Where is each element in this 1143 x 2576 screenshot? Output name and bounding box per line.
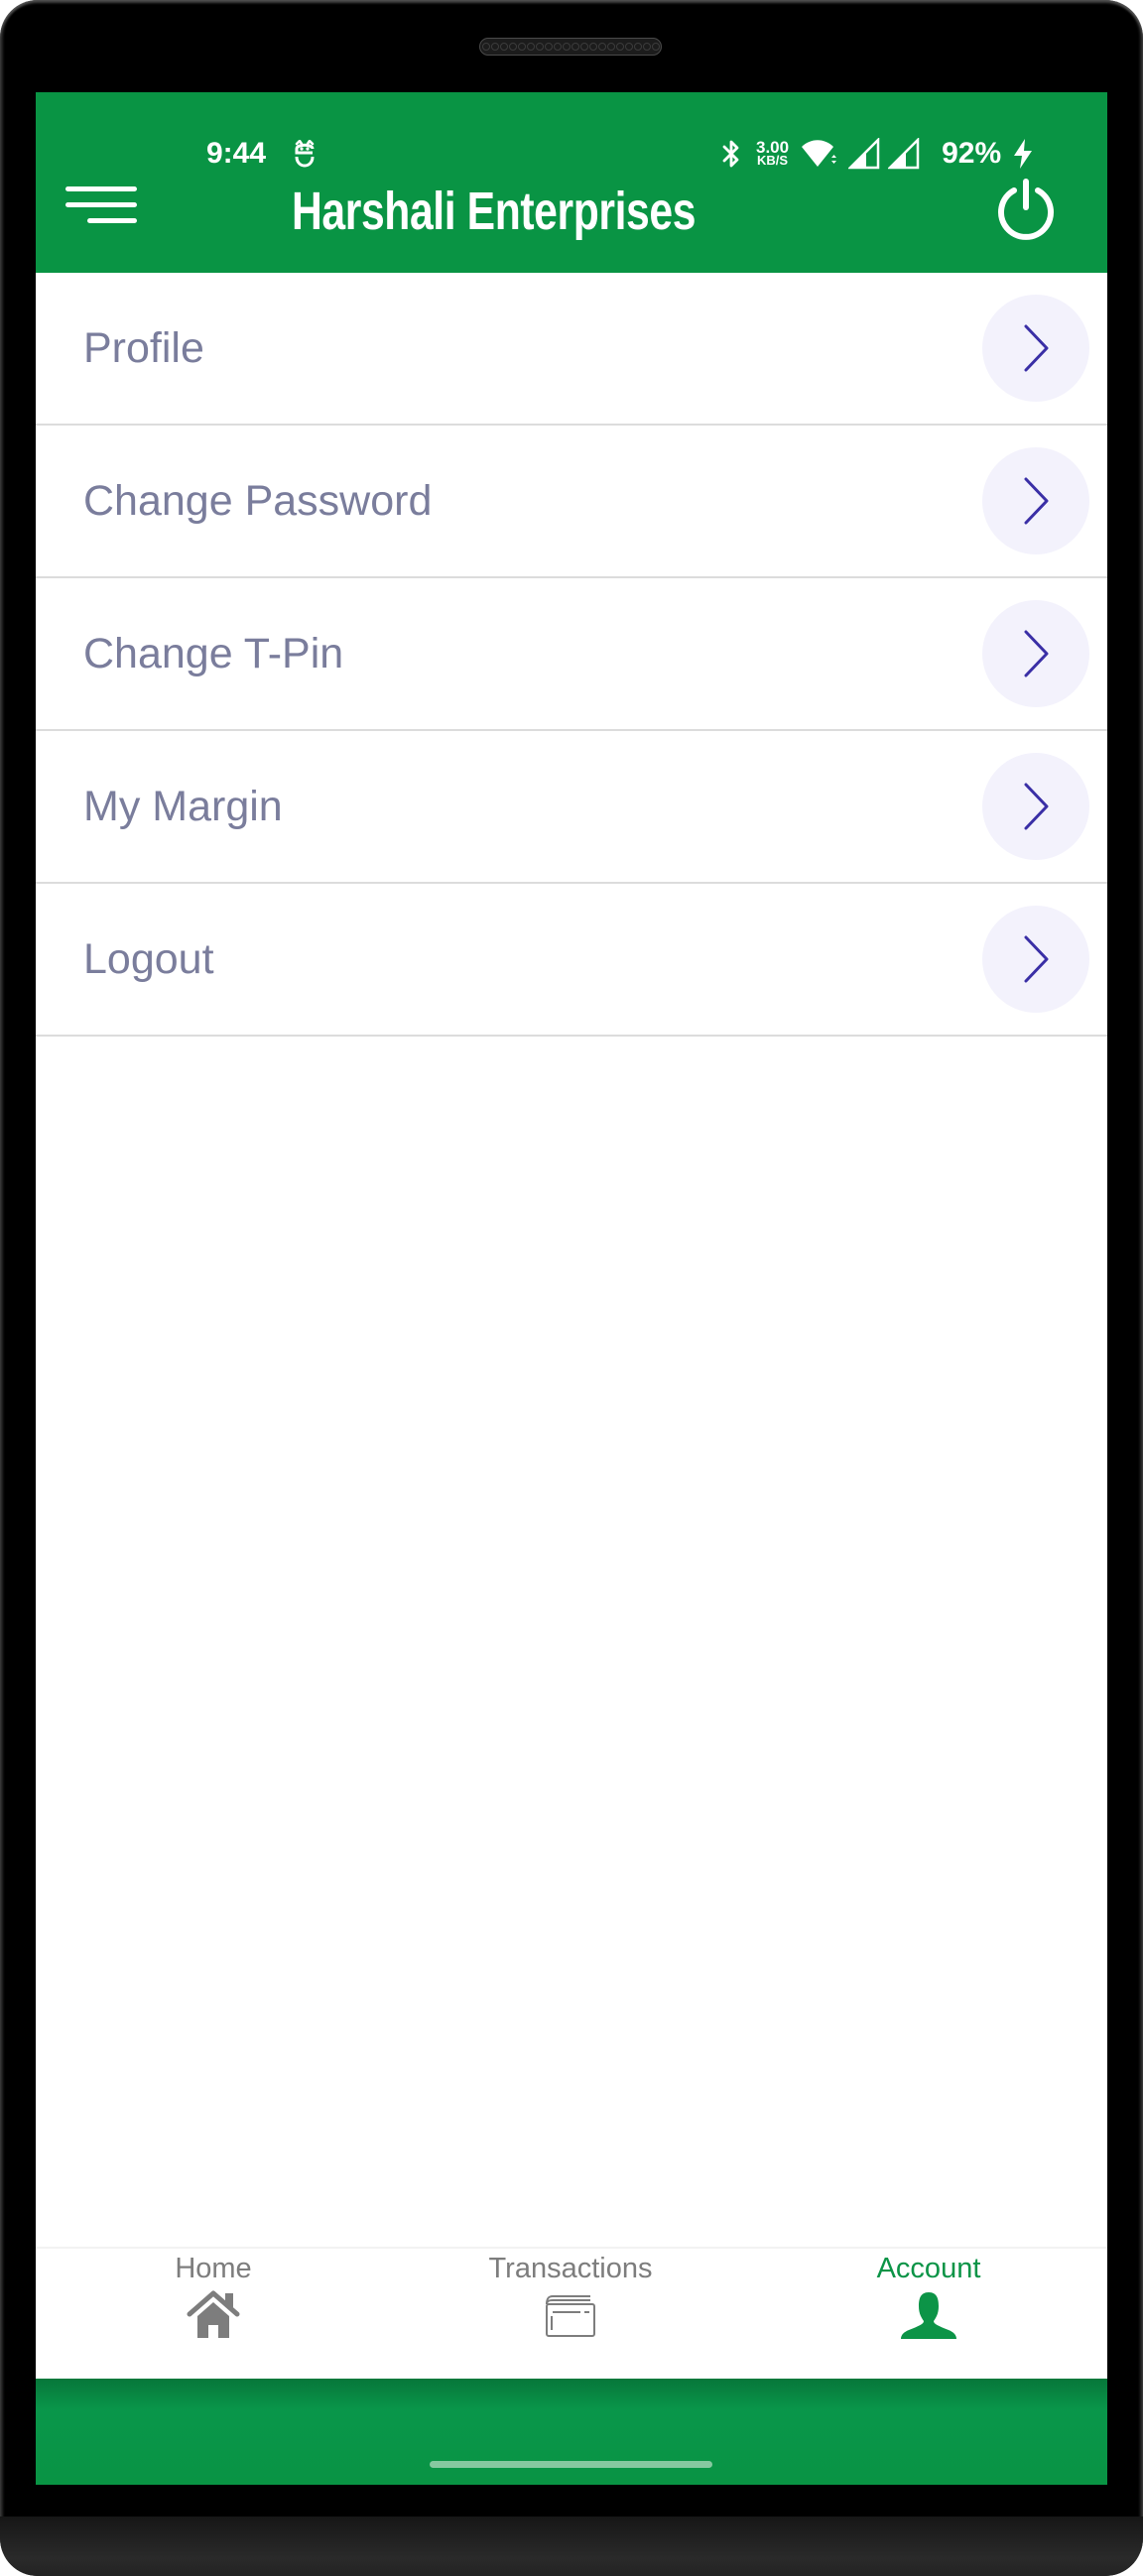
account-person-icon [901,2292,956,2339]
menu-item-logout[interactable]: Logout [36,884,1107,1037]
transactions-card-icon [546,2295,595,2337]
home-icon [187,2290,240,2338]
home-gesture-handle[interactable] [430,2461,712,2468]
signal-icon [888,138,920,170]
battery-percent: 92% [942,137,1002,170]
status-time: 9:44 [206,137,267,170]
menu-item-label: Logout [83,935,214,983]
network-speed: 3.00 KB/S [756,139,789,168]
chevron-right-button[interactable] [982,295,1089,402]
menu-item-profile[interactable]: Profile [36,273,1107,426]
phone-frame: 9:44 3.00 KB/S 92% Harshali Enterprises … [0,0,1143,2576]
chevron-right-button[interactable] [982,753,1089,860]
signal-icon [848,138,880,170]
menu-item-label: Change T-Pin [83,630,344,677]
nav-tab-label: Transactions [488,2253,653,2284]
chevron-right-button[interactable] [982,600,1089,707]
menu-item-label: Change Password [83,477,433,525]
app-header: 9:44 3.00 KB/S 92% Harshali Enterprises [36,92,1107,273]
bottom-navigation: Home Transactions Account [36,2247,1107,2381]
power-icon[interactable] [994,179,1058,242]
chevron-right-icon [1024,630,1049,677]
page-title: Harshali Enterprises [292,182,697,241]
system-navigation-bar [36,2379,1107,2485]
bluetooth-icon [722,140,739,168]
status-icons: 3.00 KB/S 92% [720,136,1035,172]
chevron-right-button[interactable] [982,906,1089,1013]
chevron-right-icon [1024,324,1049,372]
chevron-right-button[interactable] [982,447,1089,554]
nav-tab-label: Account [876,2253,981,2284]
nav-tab-label: Home [175,2253,252,2284]
network-speed-unit: KB/S [757,153,789,168]
menu-item-change-password[interactable]: Change Password [36,426,1107,578]
chevron-right-icon [1024,783,1049,830]
nav-tab-transactions[interactable]: Transactions [442,2249,699,2381]
menu-item-label: My Margin [83,783,283,830]
nav-tab-account[interactable]: Account [800,2249,1058,2381]
chevron-right-icon [1024,477,1049,525]
chevron-right-icon [1024,935,1049,983]
account-menu-list: Profile Change Password Change T-Pin My … [36,273,1107,1037]
phone-chin [0,2516,1143,2576]
notification-app-icon [295,140,315,168]
menu-item-label: Profile [83,324,204,372]
wifi-icon [802,140,837,167]
menu-item-my-margin[interactable]: My Margin [36,731,1107,884]
speaker-grille [479,38,662,56]
nav-tab-home[interactable]: Home [84,2249,342,2381]
menu-item-change-tpin[interactable]: Change T-Pin [36,578,1107,731]
hamburger-menu-icon[interactable] [64,186,137,226]
charging-bolt-icon [1014,139,1033,169]
app-screen: 9:44 3.00 KB/S 92% Harshali Enterprises … [36,92,1107,2485]
